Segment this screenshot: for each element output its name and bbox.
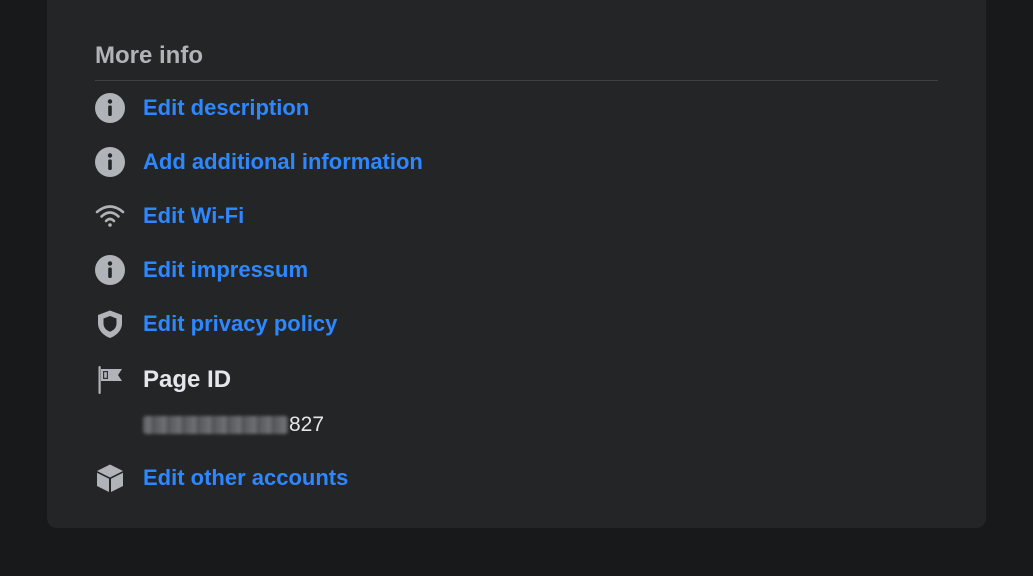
add-additional-information-link[interactable]: Add additional information xyxy=(143,148,423,176)
edit-other-accounts-link[interactable]: Edit other accounts xyxy=(143,464,348,492)
shield-icon xyxy=(95,309,125,339)
edit-privacy-policy-link[interactable]: Edit privacy policy xyxy=(143,310,337,338)
page-id-row: Page ID xyxy=(95,364,231,396)
edit-privacy-policy-row[interactable]: Edit privacy policy xyxy=(95,308,337,340)
edit-wifi-link[interactable]: Edit Wi-Fi xyxy=(143,202,244,230)
edit-impressum-link[interactable]: Edit impressum xyxy=(143,256,308,284)
section-title: More info xyxy=(95,42,203,69)
wifi-icon xyxy=(95,201,125,231)
page-id-value: 827 xyxy=(143,410,324,440)
add-additional-information-row[interactable]: Add additional information xyxy=(95,146,423,178)
cube-icon xyxy=(95,463,125,493)
page-id-label: Page ID xyxy=(143,366,232,393)
edit-description-row[interactable]: Edit description xyxy=(95,92,309,124)
info-icon xyxy=(95,93,125,123)
page-id-visible-suffix: 827 xyxy=(289,413,325,436)
edit-wifi-row[interactable]: Edit Wi-Fi xyxy=(95,200,244,232)
info-icon xyxy=(95,255,125,285)
info-icon xyxy=(95,147,125,177)
section-divider xyxy=(95,80,938,81)
redacted-page-id-digits xyxy=(143,416,288,434)
flag-icon xyxy=(95,365,125,395)
edit-other-accounts-row[interactable]: Edit other accounts xyxy=(95,462,348,494)
edit-impressum-row[interactable]: Edit impressum xyxy=(95,254,308,286)
edit-description-link[interactable]: Edit description xyxy=(143,94,309,122)
